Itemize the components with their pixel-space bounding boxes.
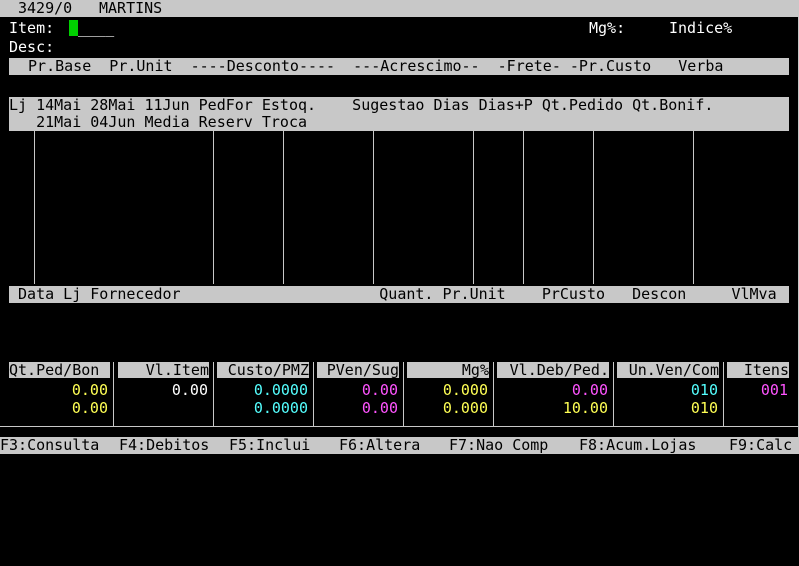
grid-separator [34,131,35,284]
fkey-consulta[interactable]: F3:Consulta [0,437,99,453]
label-vl-item: Vl.Item [118,362,209,378]
price-header: Pr.Base Pr.Unit ----Desconto---- ---Acre… [19,57,724,75]
desc-label: Desc: [9,38,55,56]
grid-separator [283,131,284,284]
label-vl-deb-ped: Vl.Deb/Ped. [497,362,609,378]
item-label: Item: [9,19,55,37]
label-custo-pmz: Custo/PMZ [217,362,309,378]
summary-separator [313,362,314,426]
fkey-inclui[interactable]: F5:Inclui [229,437,310,453]
bon-value: 0.00 [71,399,108,417]
un-com-value: 010 [690,399,718,417]
summary-separator [613,362,614,426]
history-header: Data Lj Fornecedor Quant. Pr.Unit PrCust… [9,285,777,303]
vl-item-value: 0.00 [171,381,208,399]
label-pven-sug: PVen/Sug [317,362,399,378]
summary-separator [113,362,114,426]
title-code: 3429/0 [18,0,73,17]
grid-separator [693,131,694,284]
summary-separator [493,362,494,426]
custo-value: 0.0000 [253,381,308,399]
text-cursor [69,20,78,36]
summary-separator [213,362,214,426]
label-mg: Mg% [407,362,489,378]
summary-bottom-line [0,426,799,427]
sales-header-bar: Lj 14Mai 28Mai 11Jun PedFor Estoq. Suges… [9,97,789,131]
vl-deb-value: 0.00 [571,381,608,399]
price-header-bar: Pr.Base Pr.Unit ----Desconto---- ---Acre… [9,58,789,75]
fkey-nao-comp[interactable]: F7:Nao Comp [449,437,548,453]
pmz-value: 0.0000 [253,399,308,417]
fkey-acum-lojas[interactable]: F8:Acum.Lojas [579,437,696,453]
label-itens: Itens [727,362,789,378]
sales-header-line2: 21Mai 04Jun Media Reserv Troca [9,113,308,131]
itens-value: 001 [760,381,788,399]
sales-header-line1: Lj 14Mai 28Mai 11Jun PedFor Estoq. Suges… [9,96,714,114]
grid-separator [523,131,524,284]
item-input[interactable]: ____ [78,20,114,36]
summary-separator [403,362,404,426]
grid-separator [593,131,594,284]
mg-value: 0.000 [442,381,488,399]
un-ven-value: 010 [690,381,718,399]
history-header-bar: Data Lj Fornecedor Quant. Pr.Unit PrCust… [9,286,789,303]
fkey-calc[interactable]: F9:Calc [729,437,792,453]
label-qt-ped-bon: Qt.Ped/Bon [9,362,110,378]
summary-separator [723,362,724,426]
grid-separator [473,131,474,284]
label-un-ven-com: Un.Ven/Com [617,362,719,378]
pven-value: 0.00 [361,381,398,399]
title-name: MARTINS [99,0,163,17]
function-key-bar: F3:Consulta F4:Debitos F5:Inclui F6:Alte… [0,437,799,454]
mg-label: Mg%: [589,19,626,37]
sug-value: 0.00 [361,399,398,417]
indice-label: Indice% [669,19,733,37]
qt-ped-value: 0.00 [71,381,108,399]
grid-separator [373,131,374,284]
grid-separator [213,131,214,284]
title-bar: 3429/0 MARTINS [0,0,799,17]
fkey-debitos[interactable]: F4:Debitos [119,437,209,453]
mg-value-2: 0.000 [442,399,488,417]
fkey-altera[interactable]: F6:Altera [339,437,420,453]
vl-ped-value: 10.00 [562,399,608,417]
